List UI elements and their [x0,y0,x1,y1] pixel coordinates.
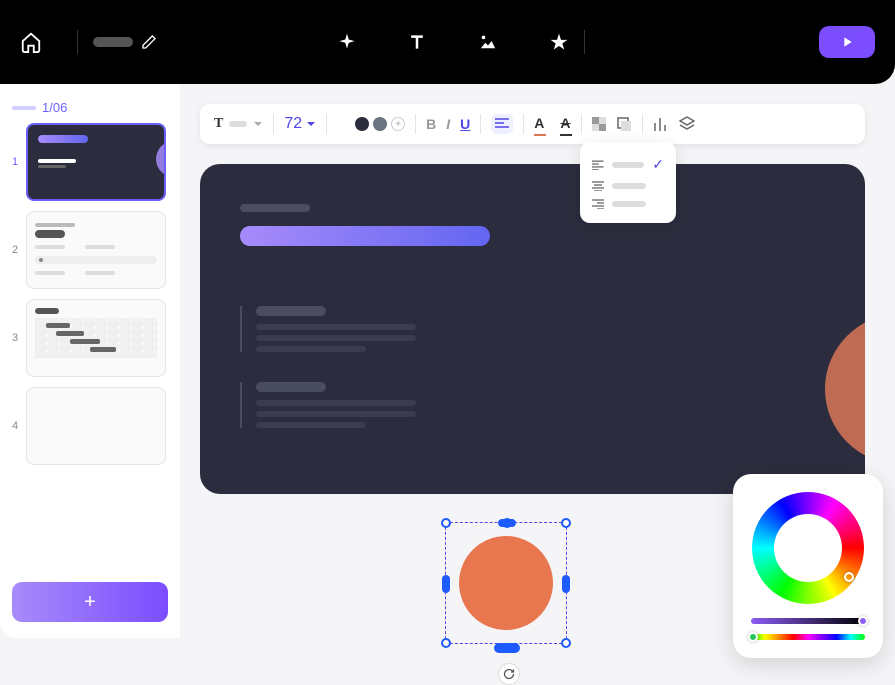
shadow-icon [616,116,632,132]
align-center-option[interactable] [590,177,666,195]
layers-icon [679,116,695,132]
resize-handle[interactable] [562,575,570,593]
brightness-slider[interactable] [751,618,865,624]
check-icon: ✓ [652,156,664,173]
font-size-select[interactable]: 72 [284,115,316,133]
color-swatches: + [337,117,405,131]
resize-handle[interactable] [441,638,451,648]
chart-icon [653,117,669,131]
slide-counter: 1/06 [12,100,168,115]
align-left-icon [495,118,509,130]
resize-handle[interactable] [498,519,516,527]
slide-number: 2 [12,244,20,256]
divider [77,30,78,54]
slider-thumb[interactable] [858,616,868,626]
align-right-option[interactable] [590,195,666,213]
canvas-area: T 72 + B I U [180,84,895,638]
highlight-button[interactable]: A [560,115,570,133]
text-color-button[interactable]: A [534,115,544,133]
slider-thumb[interactable] [748,632,758,642]
slide-panel: 1/06 1 2 [0,84,180,638]
align-left-option[interactable]: ✓ [590,152,666,177]
selection-box [445,522,567,644]
bold-button[interactable]: B [426,116,436,132]
underline-button[interactable]: U [460,116,470,132]
color-swatch[interactable] [337,117,351,131]
color-cursor[interactable] [844,572,854,582]
text-tool[interactable] [407,32,427,52]
resize-handle[interactable] [441,518,451,528]
resize-handle[interactable] [561,518,571,528]
slide-number: 4 [12,420,20,432]
home-button[interactable] [20,31,42,53]
hue-slider[interactable] [751,634,865,640]
chart-button[interactable] [653,117,669,131]
checkerboard-icon [592,117,606,131]
slide-thumbnail[interactable] [26,387,166,465]
star-tool[interactable] [549,32,569,52]
sparkle-tool[interactable] [337,32,357,52]
resize-handle[interactable] [494,643,520,653]
color-wheel[interactable] [752,492,864,604]
align-dropdown: ✓ [580,142,676,223]
format-toolbar: T 72 + B I U [200,104,865,144]
transparency-button[interactable] [592,117,606,131]
color-swatch[interactable] [373,117,387,131]
shadow-button[interactable] [616,116,632,132]
play-icon [839,34,855,50]
rotate-button[interactable] [498,663,520,685]
top-toolbar [0,0,895,84]
slide-canvas[interactable] [200,164,865,494]
image-tool[interactable] [477,32,499,52]
color-swatch[interactable] [355,117,369,131]
align-button[interactable] [491,114,513,134]
slide-thumbnail[interactable] [26,211,166,289]
italic-button[interactable]: I [446,116,450,132]
rotate-icon [503,668,515,680]
divider [584,30,585,54]
title-edit[interactable] [93,34,157,50]
add-color-button[interactable]: + [391,117,405,131]
slide-number: 3 [12,332,20,344]
chevron-down-icon [253,119,263,129]
layers-button[interactable] [679,116,695,132]
color-picker-panel [733,474,883,658]
slide-thumbnail[interactable] [26,123,166,201]
add-slide-button[interactable]: + [12,582,168,622]
resize-handle[interactable] [442,575,450,593]
pencil-icon [141,34,157,50]
resize-handle[interactable] [561,638,571,648]
workspace: 1/06 1 2 [0,84,895,638]
slide-number: 1 [12,156,20,168]
slide-thumbnail[interactable] [26,299,166,377]
present-button[interactable] [819,26,875,58]
font-family-select[interactable]: T [214,116,263,132]
